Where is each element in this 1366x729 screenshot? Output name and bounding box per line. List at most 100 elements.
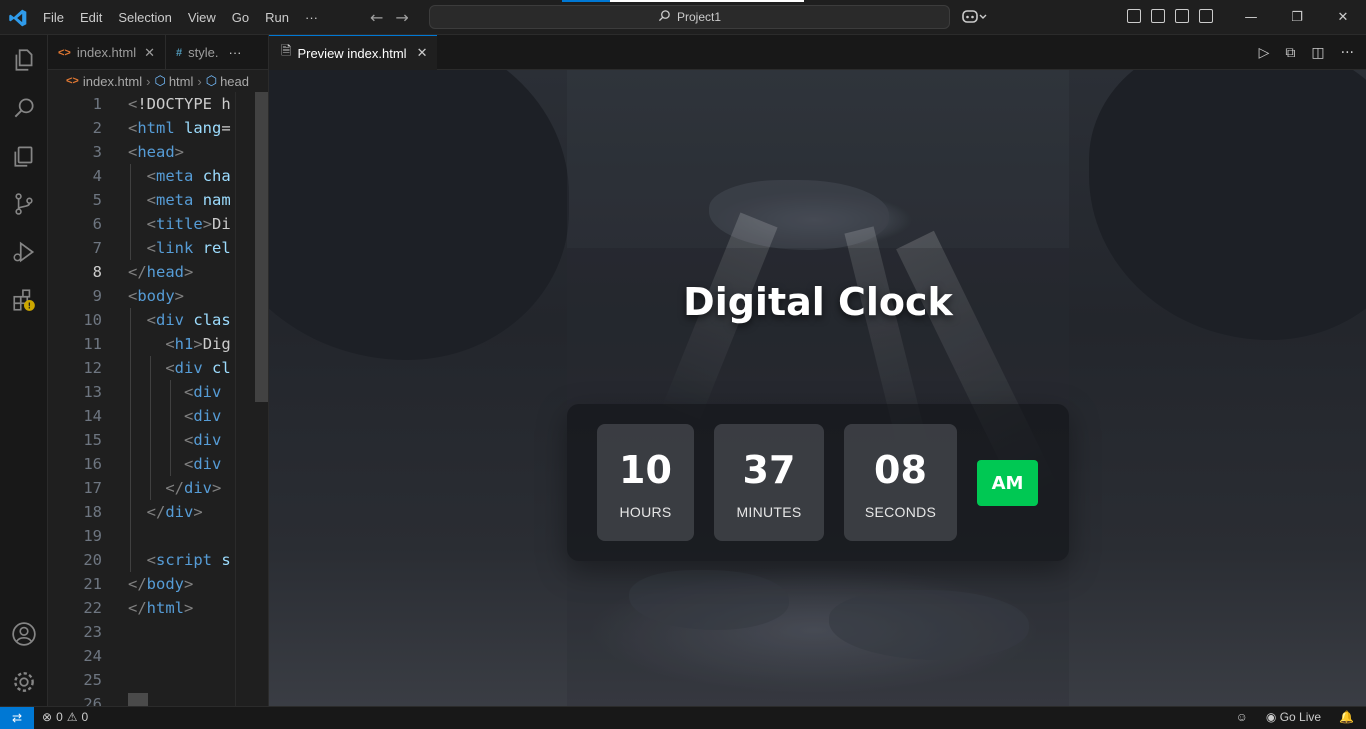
toggle-secondary-sidebar-icon[interactable] bbox=[1199, 9, 1213, 23]
line-number: 23 bbox=[83, 623, 102, 641]
element-cube-icon: ⬡ bbox=[205, 73, 218, 88]
extensions-icon[interactable]: ! bbox=[0, 276, 48, 324]
line-number: 13 bbox=[83, 383, 102, 401]
go-live-label: Go Live bbox=[1279, 710, 1322, 724]
breadcrumb-file[interactable]: index.html bbox=[83, 74, 142, 89]
git-branch-icon[interactable] bbox=[0, 180, 48, 228]
menu-view[interactable]: View bbox=[180, 10, 224, 25]
notifications-bell-icon[interactable]: 🔔 bbox=[1339, 710, 1354, 724]
customize-layout-icon[interactable] bbox=[1127, 9, 1141, 23]
menu-run[interactable]: Run bbox=[257, 10, 297, 25]
copilot-status-icon[interactable]: ☺ bbox=[1236, 710, 1248, 724]
breadcrumb-html[interactable]: html bbox=[169, 74, 194, 89]
line-number: 16 bbox=[83, 455, 102, 473]
error-count: 0 bbox=[56, 710, 63, 724]
line-number: 15 bbox=[83, 431, 102, 449]
activity-bar: ! bbox=[0, 35, 48, 706]
line-number: 19 bbox=[83, 527, 102, 545]
menu-selection[interactable]: Selection bbox=[110, 10, 179, 25]
problems-indicator[interactable]: ⊗ 0 ⚠ 0 bbox=[42, 710, 88, 724]
am-pm-badge: AM bbox=[977, 460, 1038, 506]
line-number: 24 bbox=[83, 647, 102, 665]
horizontal-scrollbar[interactable] bbox=[128, 693, 148, 706]
copilot-icon[interactable] bbox=[962, 8, 988, 30]
line-source: <h1>Dig bbox=[165, 335, 231, 353]
tab-label: style. bbox=[188, 45, 219, 60]
line-number: 3 bbox=[92, 143, 102, 161]
run-debug-icon[interactable] bbox=[0, 228, 48, 276]
search-view-icon[interactable] bbox=[0, 84, 48, 132]
layout-controls bbox=[1127, 9, 1213, 23]
minutes-box: 37 MINUTES bbox=[714, 424, 824, 541]
menu-edit[interactable]: Edit bbox=[72, 10, 110, 25]
preview-tabs: 🗎 Preview index.html ✕ ▷ ⧉ ◫ ··· bbox=[269, 35, 1366, 70]
split-editor-icon[interactable]: ◫ bbox=[1311, 45, 1324, 61]
line-source: </head> bbox=[128, 263, 194, 281]
line-number: 8 bbox=[92, 263, 102, 281]
menu-more[interactable]: ··· bbox=[297, 10, 326, 25]
css-icon: # bbox=[176, 46, 183, 59]
line-number: 12 bbox=[83, 359, 102, 377]
remote-icon[interactable]: ⇄ bbox=[0, 707, 34, 729]
seconds-box: 08 SECONDS bbox=[844, 424, 957, 541]
line-number: 6 bbox=[92, 215, 102, 233]
line-source: <div bbox=[184, 383, 222, 401]
seconds-label: SECONDS bbox=[864, 504, 937, 520]
run-icon[interactable]: ▷ bbox=[1259, 45, 1270, 61]
minimap[interactable] bbox=[235, 92, 255, 706]
line-source: <head> bbox=[128, 143, 185, 161]
line-number: 9 bbox=[92, 287, 102, 305]
go-live-button[interactable]: ◉ Go Live bbox=[1266, 710, 1321, 724]
editor-actions: ▷ ⧉ ◫ ··· bbox=[1259, 45, 1354, 61]
html-icon: <> bbox=[66, 75, 79, 87]
line-number: 18 bbox=[83, 503, 102, 521]
indent-guide bbox=[130, 164, 131, 260]
more-actions-icon[interactable]: ··· bbox=[1341, 45, 1354, 61]
line-source: <div bbox=[184, 407, 222, 425]
restore-icon[interactable]: ❐ bbox=[1274, 0, 1320, 35]
minimize-icon[interactable]: — bbox=[1228, 0, 1274, 35]
line-number: 26 bbox=[83, 695, 102, 706]
line-source: </html> bbox=[128, 599, 194, 617]
editor-scrollbar[interactable] bbox=[255, 92, 268, 402]
account-icon[interactable] bbox=[0, 610, 48, 658]
tab-index-html[interactable]: <> index.html ✕ bbox=[48, 35, 167, 70]
forward-arrow-icon[interactable]: → bbox=[395, 8, 408, 27]
back-arrow-icon[interactable]: ← bbox=[370, 8, 383, 27]
toggle-panel-icon[interactable] bbox=[1175, 9, 1189, 23]
explorer-icon[interactable] bbox=[0, 36, 48, 84]
minutes-value: 37 bbox=[742, 448, 796, 492]
command-center[interactable]: Project1 bbox=[429, 5, 950, 29]
menu-go[interactable]: Go bbox=[224, 10, 257, 25]
line-number: 10 bbox=[83, 311, 102, 329]
page-title: Digital Clock bbox=[683, 280, 953, 324]
line-source: <!DOCTYPE h bbox=[128, 95, 231, 113]
line-number: 14 bbox=[83, 407, 102, 425]
source-control-icon[interactable] bbox=[0, 132, 48, 180]
line-number: 22 bbox=[83, 599, 102, 617]
title-progress-bar bbox=[562, 0, 804, 2]
line-source: <body> bbox=[128, 287, 185, 305]
hours-box: 10 HOURS bbox=[597, 424, 694, 541]
menu-bar: File Edit Selection View Go Run ··· bbox=[35, 0, 326, 35]
line-number: 21 bbox=[83, 575, 102, 593]
close-window-icon[interactable]: ✕ bbox=[1320, 0, 1366, 35]
minutes-label: MINUTES bbox=[736, 504, 802, 520]
line-number: 20 bbox=[83, 551, 102, 569]
more-actions-icon[interactable]: ··· bbox=[222, 35, 247, 70]
close-icon[interactable]: ✕ bbox=[144, 45, 155, 61]
open-to-side-icon[interactable]: ⧉ bbox=[1285, 45, 1295, 61]
tab-preview[interactable]: 🗎 Preview index.html ✕ bbox=[269, 35, 437, 70]
line-number: 25 bbox=[83, 671, 102, 689]
close-icon[interactable]: ✕ bbox=[417, 45, 428, 61]
tab-style-css[interactable]: # style. bbox=[166, 35, 222, 70]
settings-gear-icon[interactable] bbox=[0, 658, 48, 706]
breadcrumb-head[interactable]: head bbox=[220, 74, 249, 89]
menu-file[interactable]: File bbox=[35, 10, 72, 25]
background-rock bbox=[269, 70, 569, 360]
code-editor-group: <> index.html ✕ # style. ··· <> index.ht… bbox=[48, 35, 268, 706]
toggle-primary-sidebar-icon[interactable] bbox=[1151, 9, 1165, 23]
line-source: <link rel bbox=[146, 239, 231, 257]
line-number: 5 bbox=[92, 191, 102, 209]
html-icon: <> bbox=[58, 46, 71, 59]
